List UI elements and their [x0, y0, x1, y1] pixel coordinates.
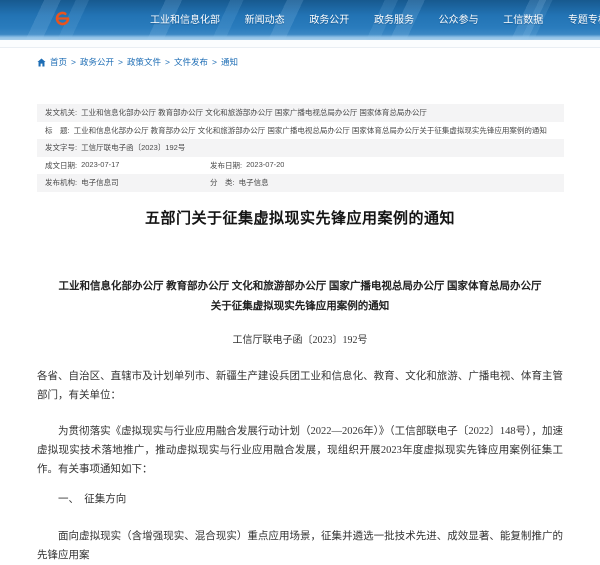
breadcrumb-policy-files[interactable]: 政策文件: [127, 57, 161, 67]
meta-value: 2023-07-17: [81, 160, 119, 171]
document-meta-table: 发文机关: 工业和信息化部办公厅 教育部办公厅 文化和旅游部办公厅 国家广播电视…: [37, 104, 564, 192]
breadcrumb-separator: >: [212, 57, 217, 67]
nav-item-news[interactable]: 新闻动态: [245, 11, 285, 26]
meta-row-title: 标 题: 工业和信息化部办公厅 教育部办公厅 文化和旅游部办公厅 国家广播电视总…: [37, 122, 564, 140]
meta-value: 电子信息: [239, 177, 269, 188]
miit-logo-icon[interactable]: [54, 10, 71, 27]
breadcrumb-home[interactable]: 首页: [50, 57, 67, 67]
meta-label: 分 类:: [210, 177, 235, 188]
meta-value: 2023-07-20: [246, 160, 284, 171]
section-heading: 一、 征集方向: [37, 490, 563, 509]
article-subtitle: 工业和信息化部办公厅 教育部办公厅 文化和旅游部办公厅 国家广播电视总局办公厅 …: [56, 277, 544, 317]
breadcrumb-gov-disclosure[interactable]: 政务公开: [80, 57, 114, 67]
nav-item-gov-services[interactable]: 政务服务: [374, 11, 414, 26]
meta-row-dates: 成文日期: 2023-07-17 发布日期: 2023-07-20: [37, 157, 564, 175]
article-body: 五部门关于征集虚拟现实先锋应用案例的通知 工业和信息化部办公厅 教育部办公厅 文…: [37, 209, 563, 565]
meta-value: 工业和信息化部办公厅 教育部办公厅 文化和旅游部办公厅 国家广播电视总局办公厅 …: [81, 107, 427, 118]
breadcrumb-separator: >: [118, 57, 123, 67]
meta-row-doc-number: 发文字号: 工信厅联电子函〔2023〕192号: [37, 139, 564, 157]
nav-item-special-topics[interactable]: 专题专栏: [568, 11, 600, 26]
meta-value: 工信厅联电子函〔2023〕192号: [81, 142, 185, 153]
nav-divider: [0, 40, 600, 48]
salutation-paragraph: 各省、自治区、直辖市及计划单列市、新疆生产建设兵团工业和信息化、教育、文化和旅游…: [37, 367, 563, 405]
meta-row-issuing-agency: 发文机关: 工业和信息化部办公厅 教育部办公厅 文化和旅游部办公厅 国家广播电视…: [37, 104, 564, 122]
home-icon[interactable]: [37, 58, 46, 67]
breadcrumb-separator: >: [165, 57, 170, 67]
breadcrumb-file-release[interactable]: 文件发布: [174, 57, 208, 67]
meta-row-publisher-category: 发布机构: 电子信息司 分 类: 电子信息: [37, 174, 564, 192]
intro-paragraph: 为贯彻落实《虚拟现实与行业应用融合发展行动计划（2022—2026年）》（工信部…: [37, 422, 563, 479]
nav-item-public-participation[interactable]: 公众参与: [439, 11, 479, 26]
nav-item-data[interactable]: 工信数据: [503, 11, 543, 26]
section-paragraph: 面向虚拟现实（含增强现实、混合现实）重点应用场景，征集并遴选一批技术先进、成效显…: [37, 527, 563, 565]
top-navigation-bar: 工业和信息化部 新闻动态 政务公开 政务服务 公众参与 工信数据 专题专栏: [0, 0, 600, 40]
meta-label: 发文机关:: [45, 107, 77, 118]
meta-label: 成文日期:: [45, 160, 77, 171]
nav-menu: 工业和信息化部 新闻动态 政务公开 政务服务 公众参与 工信数据 专题专栏: [0, 0, 600, 36]
breadcrumb-separator: >: [71, 57, 76, 67]
document-number: 工信厅联电子函〔2023〕192号: [37, 331, 563, 351]
breadcrumb: 首页 > 政务公开 > 政策文件 > 文件发布 > 通知: [0, 48, 600, 67]
nav-item-gov-disclosure[interactable]: 政务公开: [309, 11, 349, 26]
breadcrumb-current-notice: 通知: [221, 57, 238, 67]
nav-item-ministry[interactable]: 工业和信息化部: [150, 11, 220, 26]
meta-value: 电子信息司: [81, 177, 119, 188]
meta-label: 发文字号:: [45, 142, 77, 153]
page-title: 五部门关于征集虚拟现实先锋应用案例的通知: [37, 209, 563, 229]
meta-label: 发布机构:: [45, 177, 77, 188]
meta-value: 工业和信息化部办公厅 教育部办公厅 文化和旅游部办公厅 国家广播电视总局办公厅 …: [74, 125, 547, 136]
meta-label: 标 题:: [45, 125, 70, 136]
meta-label: 发布日期:: [210, 160, 242, 171]
